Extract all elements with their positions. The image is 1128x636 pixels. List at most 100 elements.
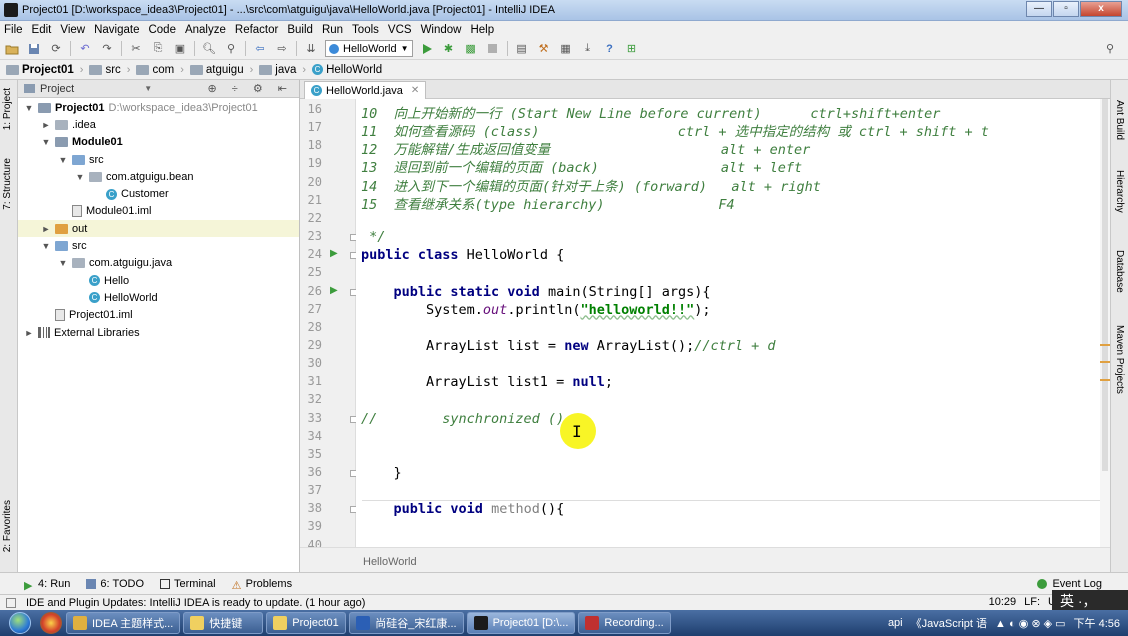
tree-item[interactable]: C Customer xyxy=(18,185,299,202)
tree-item[interactable]: ► External Libraries xyxy=(18,324,299,341)
status-message[interactable]: IDE and Plugin Updates: IntelliJ IDEA is… xyxy=(26,597,365,609)
menu-build[interactable]: Build xyxy=(287,24,313,36)
search-everywhere-icon[interactable]: ⚲ xyxy=(1102,42,1118,56)
ime-indicator[interactable]: 英 ·， xyxy=(1052,590,1128,612)
caret-position[interactable]: 10:29 xyxy=(989,596,1017,608)
run-gutter-icon[interactable]: ▶ xyxy=(330,285,338,296)
taskbar-item[interactable]: Recording... xyxy=(578,612,671,634)
tray-icons[interactable]: ▲ ◐ ◉ ⊗ ◈ ▭ xyxy=(995,617,1065,630)
coverage-icon[interactable]: ▩ xyxy=(463,42,479,56)
run-gutter-icon[interactable]: ▶ xyxy=(330,248,338,259)
tree-item[interactable]: Project01.iml xyxy=(18,307,299,324)
settings-icon[interactable]: ⚒ xyxy=(536,42,552,56)
download-icon[interactable]: ⤓ xyxy=(580,42,596,56)
breadcrumb-item[interactable]: src xyxy=(89,64,121,76)
open-folder-icon[interactable] xyxy=(4,42,20,56)
editor-scrollbar[interactable] xyxy=(1100,99,1110,547)
chevron-right-icon[interactable]: ► xyxy=(24,328,34,338)
warning-marker[interactable] xyxy=(1100,344,1110,346)
tree-item[interactable]: ▼ src xyxy=(18,237,299,254)
tree-item[interactable]: Module01.iml xyxy=(18,203,299,220)
taskbar-item[interactable]: Project01 xyxy=(266,612,347,634)
stop-icon[interactable] xyxy=(485,42,501,56)
chevron-down-icon[interactable]: ▼ xyxy=(58,155,68,165)
build-icon[interactable]: ⇊ xyxy=(303,42,319,56)
run-icon[interactable] xyxy=(419,42,435,56)
start-button[interactable] xyxy=(0,610,40,636)
chevron-down-icon[interactable]: ▼ xyxy=(41,241,51,251)
taskbar-item[interactable]: 快捷键 xyxy=(183,612,264,634)
menu-run[interactable]: Run xyxy=(322,24,343,36)
breadcrumb-item[interactable]: java xyxy=(259,64,296,76)
editor-tab-helloworld[interactable]: C HelloWorld.java ✕ xyxy=(304,81,427,99)
chevron-down-icon[interactable]: ▼ xyxy=(58,258,68,268)
project-structure-icon[interactable]: ▤ xyxy=(514,42,530,56)
breadcrumb-item[interactable]: atguigu xyxy=(189,64,244,76)
code-editor[interactable]: 10 向上开始新的一行 (Start New Line before curre… xyxy=(356,99,1110,547)
tool-todo[interactable]: 6: TODO xyxy=(86,578,144,590)
menu-file[interactable]: File xyxy=(4,24,23,36)
tab-structure[interactable]: 7: Structure xyxy=(2,158,13,210)
debug-icon[interactable]: ✱ xyxy=(441,42,457,56)
tree-item[interactable]: ▼ Module01 xyxy=(18,134,299,151)
tool-terminal[interactable]: Terminal xyxy=(160,578,216,590)
breadcrumb-item[interactable]: com xyxy=(136,64,174,76)
chevron-down-icon[interactable]: ▼ xyxy=(24,103,34,113)
menu-code[interactable]: Code xyxy=(148,24,176,36)
editor-footer-label[interactable]: HelloWorld xyxy=(363,556,417,568)
tree-item[interactable]: ► out xyxy=(18,220,299,238)
tray-text[interactable]: 《JavaScript 语 xyxy=(911,615,987,631)
replace-icon[interactable]: ⚲ xyxy=(223,42,239,56)
menu-navigate[interactable]: Navigate xyxy=(94,24,139,36)
menu-vcs[interactable]: VCS xyxy=(388,24,412,36)
tab-maven-projects[interactable]: Maven Projects xyxy=(1114,325,1125,394)
forward-icon[interactable]: ⇨ xyxy=(274,42,290,56)
tool-run[interactable]: ▶ 4: Run xyxy=(24,578,70,592)
save-icon[interactable] xyxy=(26,42,42,56)
clock[interactable]: 下午 4:56 xyxy=(1074,615,1120,631)
chevron-down-icon[interactable]: ▼ xyxy=(75,172,85,182)
menu-refactor[interactable]: Refactor xyxy=(235,24,278,36)
menu-view[interactable]: View xyxy=(60,24,85,36)
chevron-right-icon[interactable]: ► xyxy=(41,224,51,234)
redo-icon[interactable]: ↷ xyxy=(99,42,115,56)
back-icon[interactable]: ⇦ xyxy=(252,42,268,56)
undo-icon[interactable]: ↶ xyxy=(77,42,93,56)
chevron-down-icon[interactable]: ▼ xyxy=(41,137,51,147)
sdk-icon[interactable]: ▦ xyxy=(558,42,574,56)
warning-marker[interactable] xyxy=(1100,361,1110,363)
tree-item[interactable]: ▼ com.atguigu.bean xyxy=(18,168,299,185)
run-config-select[interactable]: HelloWorld ▼ xyxy=(325,40,413,57)
tree-item[interactable]: ► .idea xyxy=(18,116,299,133)
tree-item[interactable]: ▼ src xyxy=(18,151,299,168)
minimize-button[interactable]: — xyxy=(1026,1,1052,17)
taskbar-item-active[interactable]: Project01 [D:\... xyxy=(466,612,576,634)
scrollbar-thumb[interactable] xyxy=(1102,99,1108,471)
tab-hierarchy[interactable]: Hierarchy xyxy=(1114,170,1125,213)
cut-icon[interactable]: ✂ xyxy=(128,42,144,56)
menu-tools[interactable]: Tools xyxy=(352,24,379,36)
maximize-button[interactable]: ▫ xyxy=(1053,1,1079,17)
tree-item[interactable]: C Hello xyxy=(18,272,299,289)
tab-project[interactable]: 1: Project xyxy=(2,88,13,130)
warning-marker[interactable] xyxy=(1100,379,1110,381)
copy-icon[interactable]: ⎘ xyxy=(150,42,166,56)
chrome-icon[interactable] xyxy=(40,612,62,634)
tree-item[interactable]: ▼ Project01 D:\workspace_idea3\Project01 xyxy=(18,99,299,116)
taskbar-item[interactable]: 尚硅谷_宋红康... xyxy=(349,612,464,634)
menu-help[interactable]: Help xyxy=(470,24,494,36)
project-panel-title[interactable]: Project xyxy=(40,83,74,95)
toggle-tool-windows-icon[interactable] xyxy=(6,597,16,608)
tool-problems[interactable]: ⚠ Problems xyxy=(232,578,292,592)
taskbar-item[interactable]: IDEA 主题样式... xyxy=(66,612,181,634)
help-icon[interactable]: ? xyxy=(602,42,618,56)
breadcrumb-item[interactable]: Project01 xyxy=(6,64,74,76)
menu-window[interactable]: Window xyxy=(421,24,462,36)
find-icon[interactable]: 🔍︎ xyxy=(201,42,217,56)
panel-actions-icon[interactable]: ⊕ ÷ ⚙ ⇤ xyxy=(207,82,293,95)
menu-edit[interactable]: Edit xyxy=(32,24,52,36)
sync-icon[interactable]: ⟳ xyxy=(48,42,64,56)
line-separator[interactable]: LF: xyxy=(1024,596,1040,608)
tab-ant-build[interactable]: Ant Build xyxy=(1114,100,1125,140)
close-button[interactable]: x xyxy=(1080,1,1122,17)
